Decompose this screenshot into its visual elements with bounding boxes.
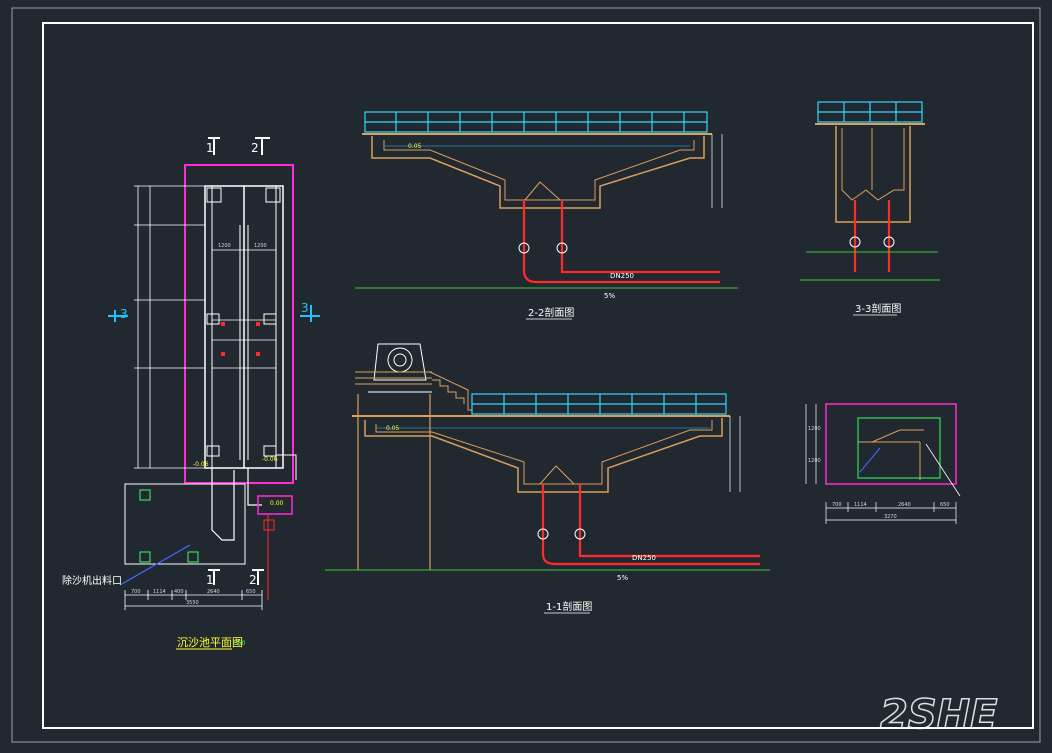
plan-dim-label: 2640 (207, 589, 220, 595)
plan-outlet-pipe (211, 468, 235, 541)
plan-vertical-dimensions (134, 185, 205, 469)
level-label: 0.05 (408, 143, 422, 150)
pipe-right (560, 200, 720, 274)
drawing-svg: 3 3 1 2 1 2 700 1114 400 2640 650 3550 1… (11, 7, 1041, 743)
pipe-left (541, 484, 760, 566)
plan-dim-label: 400 (174, 589, 184, 595)
plan-dim-label: 650 (246, 589, 256, 595)
section-2-2: DN250 5% 0.05 2-2剖面图 (355, 111, 738, 320)
railing (817, 101, 923, 123)
detail-view: 700 1114 2640 650 3270 1200 1200 (805, 403, 961, 524)
drawing-outer-frame (11, 7, 1041, 743)
tank-inner (375, 420, 713, 485)
pipe-label: DN250 (610, 272, 634, 280)
right-dimensions (729, 416, 741, 492)
plan-view: 3 3 1 2 1 2 700 1114 400 2640 650 3550 1… (62, 137, 320, 650)
detail-dim-label: 1114 (854, 502, 867, 508)
stair (355, 371, 472, 411)
plan-pump-box (263, 445, 277, 457)
plan-level-label: -0.06 (193, 461, 209, 468)
railing (471, 393, 727, 415)
detail-inner (857, 417, 941, 479)
detail-dim-total: 3270 (884, 514, 897, 520)
plan-outlet-pipe (247, 468, 262, 506)
pipe-valves (849, 236, 895, 248)
section-mark-3-right: 3 (300, 301, 320, 322)
section-mark-label: 3 (120, 307, 128, 321)
hopper-divider (524, 181, 561, 201)
section-mark-2-top: 2 (251, 137, 270, 155)
detail-dim-label: 1200 (808, 426, 821, 432)
tank-outline (364, 418, 723, 493)
hopper-divider (539, 465, 575, 485)
section-3-3: 3-3剖面图 (800, 101, 940, 316)
section-mark-1-bottom: 1 (206, 569, 220, 587)
plan-inlet-small-box (139, 489, 151, 501)
section-title: 3-3剖面图 (855, 302, 901, 315)
detail-outline (825, 403, 957, 485)
plan-red-box (263, 519, 275, 531)
section-mark-label: 1 (206, 141, 214, 155)
detail-dim-label: 2640 (898, 502, 911, 508)
tank-inner (383, 140, 695, 201)
tank-inner (841, 128, 905, 201)
section-mark-2-bottom: 2 (249, 569, 264, 587)
plan-dim-total: 3550 (186, 600, 199, 606)
section-1-1: DN250 5% 0.05 1-1剖面图 (325, 343, 770, 614)
detail-dim-label: 1200 (808, 458, 821, 464)
plan-inlet-small-box (187, 551, 199, 563)
plan-dim-label: 700 (131, 589, 141, 595)
plan-inlet-label: 除沙机出料口 (62, 574, 122, 587)
watermark: 2SHE (880, 692, 997, 738)
level-label: 0.05 (386, 425, 400, 432)
section-mark-label: 2 (251, 141, 259, 155)
detail-line (871, 429, 901, 443)
pipe-valves (537, 528, 586, 540)
plan-dim-label: 1114 (153, 589, 166, 595)
plan-pump-box (206, 313, 220, 325)
plan-small-label: 1200 (254, 243, 267, 249)
right-dimensions (711, 134, 723, 208)
section-mark-3-left: 3 (108, 307, 128, 322)
plan-scale: 1:50 (232, 640, 246, 647)
plan-corner-box (265, 187, 281, 203)
detail-dim-label: 650 (940, 502, 950, 508)
plan-corner-box (206, 187, 222, 203)
plan-level-label: 0.00 (270, 500, 284, 507)
grit-machine (368, 343, 432, 393)
section-mark-label: 2 (249, 573, 257, 587)
pipe-left (522, 200, 720, 284)
plan-small-label: 1200 (218, 243, 231, 249)
plan-level-label: -0.06 (262, 456, 278, 463)
drawing-inner-frame (42, 22, 1034, 729)
slope-label: 5% (617, 574, 628, 582)
plan-inlet-small-box (139, 551, 151, 563)
section-title: 2-2剖面图 (528, 306, 574, 319)
section-mark-label: 3 (301, 301, 309, 315)
tank-outline (835, 126, 911, 223)
section-mark-1-top: 1 (206, 137, 220, 155)
plan-outline (184, 164, 294, 484)
section-mark-label: 1 (206, 573, 214, 587)
tank-outline (371, 136, 705, 209)
detail-dimensions (805, 404, 957, 524)
slope-label: 5% (604, 292, 615, 300)
plan-pump-box (206, 445, 220, 457)
pipe-label: DN250 (632, 554, 656, 562)
detail-blue-leader (859, 447, 881, 473)
section-title: 1-1剖面图 (546, 600, 592, 613)
railing (364, 111, 708, 133)
plan-blue-leader (119, 544, 191, 586)
cad-drawing-canvas: 3 3 1 2 1 2 700 1114 400 2640 650 3550 1… (0, 0, 1052, 749)
pipe-valves (518, 242, 568, 254)
detail-leader (925, 443, 961, 497)
detail-dim-label: 700 (832, 502, 842, 508)
plan-pump-box (263, 313, 277, 325)
pipe-right (578, 484, 760, 558)
